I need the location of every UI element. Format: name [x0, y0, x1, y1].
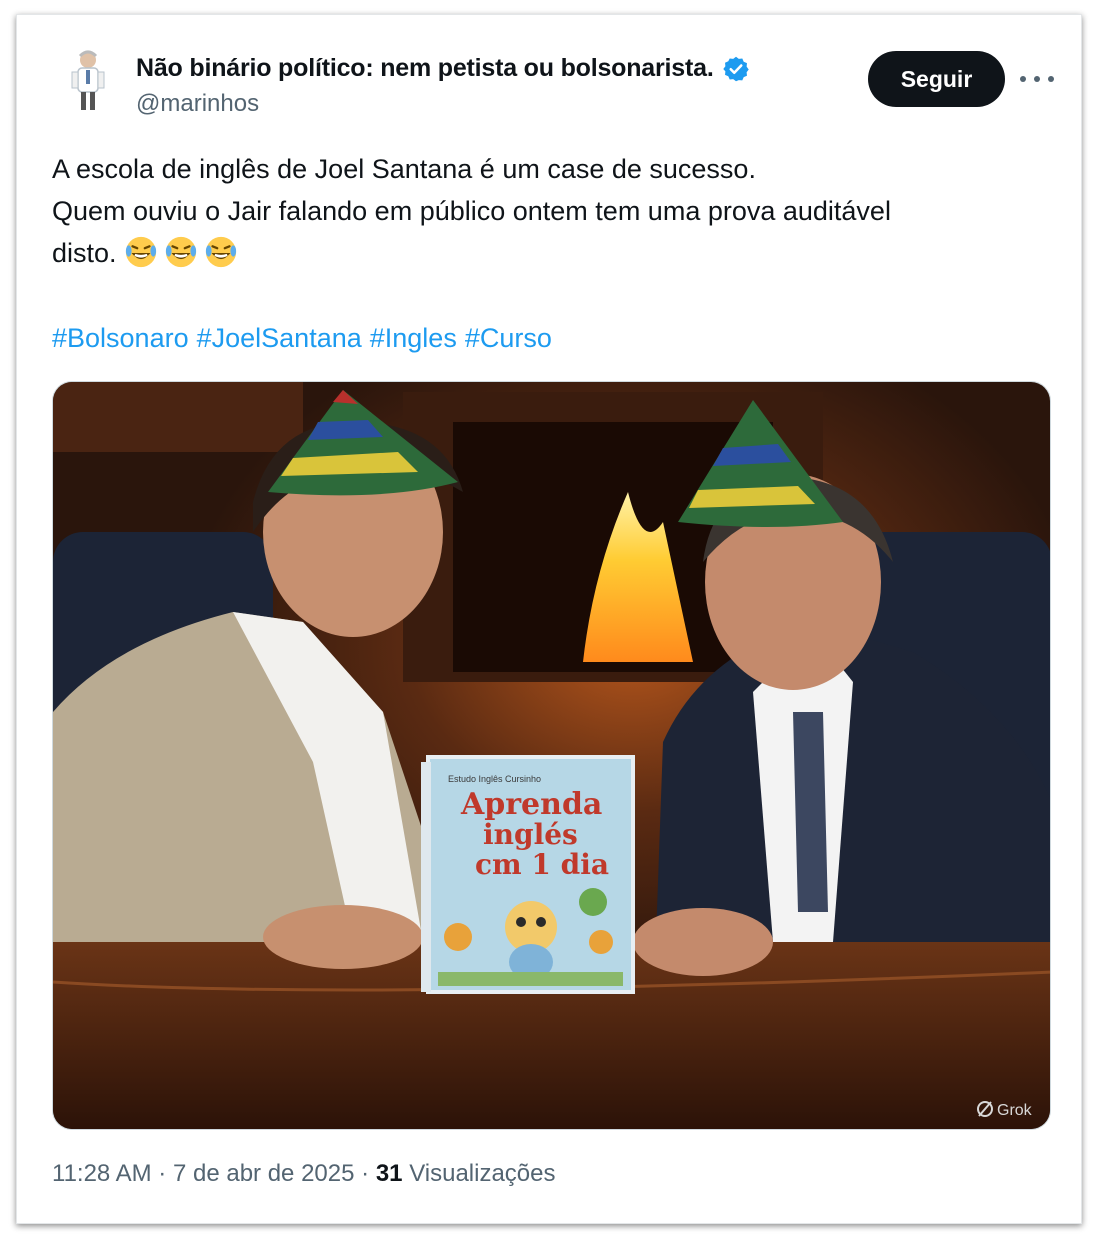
meta-separator: ·	[158, 1160, 167, 1187]
tweet-text-line-last: disto.	[52, 232, 1042, 274]
avatar[interactable]	[52, 46, 124, 118]
hashtag-link[interactable]: #Bolsonaro	[52, 323, 189, 353]
tweet-text: A escola de inglês de Joel Santana é um …	[52, 148, 1042, 274]
tweet-text-line: Quem ouviu o Jair falando em público ont…	[52, 196, 891, 226]
book-title-line1: Aprenda	[460, 787, 602, 822]
follow-button[interactable]: Seguir	[868, 51, 1005, 107]
hashtag-link[interactable]: #Ingles	[370, 323, 457, 353]
tweet-image[interactable]: Estudo Inglês Cursinho Aprenda inglés cm…	[52, 381, 1051, 1130]
verified-badge-icon	[722, 56, 749, 81]
views-count: 31	[375, 1160, 403, 1187]
hashtag-link[interactable]: #JoelSantana	[197, 323, 362, 353]
book-title-line2: inglés	[483, 818, 578, 851]
hashtags: #Bolsonaro #JoelSantana #Ingles #Curso	[52, 318, 560, 358]
laughing-tears-emoji-icon	[125, 236, 157, 268]
author-handle[interactable]: @marinhos	[136, 90, 259, 118]
book: Estudo Inglês Cursinho Aprenda inglés cm…	[421, 755, 635, 994]
laughing-tears-emoji-icon	[205, 236, 237, 268]
tweet-text-line-end: disto.	[52, 238, 117, 268]
author-row: Não binário político: nem petista ou bol…	[136, 54, 750, 83]
book-top-text: Estudo Inglês Cursinho	[448, 774, 541, 784]
tweet-time[interactable]: 11:28 AM	[52, 1160, 152, 1187]
hashtag-link[interactable]: #Curso	[465, 323, 552, 353]
meta-separator: ·	[361, 1160, 370, 1187]
grok-watermark: Grok	[997, 1102, 1033, 1119]
views-label: Visualizações	[409, 1160, 556, 1187]
author-name[interactable]: Não binário político: nem petista ou bol…	[136, 54, 714, 83]
tweet-text-line: A escola de inglês de Joel Santana é um …	[52, 154, 756, 184]
laughing-tears-emoji-icon	[165, 236, 197, 268]
tweet-date[interactable]: 7 de abr de 2025	[173, 1160, 355, 1187]
tweet-meta: 11:28 AM · 7 de abr de 2025 · 31 Visuali…	[52, 1160, 556, 1188]
more-horizontal-icon[interactable]	[1020, 64, 1054, 94]
book-title-line3: cm 1 dia	[475, 848, 609, 881]
